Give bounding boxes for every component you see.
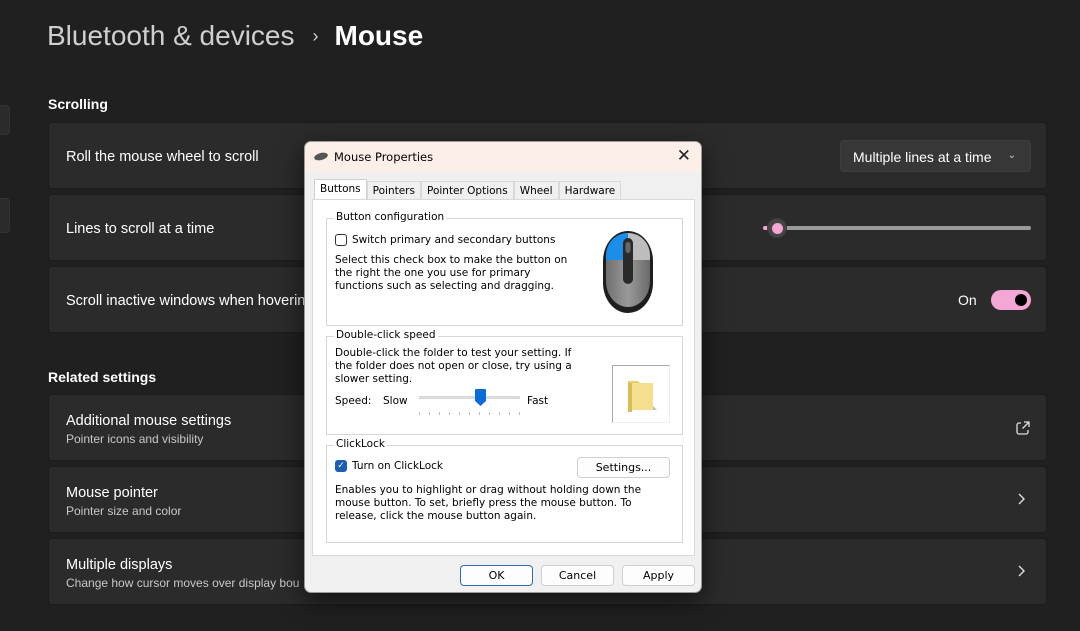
dialog-titlebar[interactable]: Mouse Properties ✕ xyxy=(305,142,701,172)
group-label: ClickLock xyxy=(334,438,387,450)
double-click-speed-track[interactable] xyxy=(419,396,520,399)
group-label: Button configuration xyxy=(334,211,447,223)
tab-pointer-options[interactable]: Pointer Options xyxy=(420,181,514,200)
slow-label: Slow xyxy=(383,395,408,407)
dialog-tabs: Buttons Pointers Pointer Options Wheel H… xyxy=(314,179,622,200)
dialog-title: Mouse Properties xyxy=(334,150,434,164)
related-item-title: Additional mouse settings xyxy=(66,413,232,429)
lines-slider-track[interactable] xyxy=(768,226,1031,230)
breadcrumb-separator-icon: › xyxy=(312,25,319,46)
tab-buttons[interactable]: Buttons xyxy=(314,179,367,200)
description: Double-click the folder to test your set… xyxy=(335,347,572,385)
setting-label: Lines to scroll at a time xyxy=(66,221,215,237)
folder-icon xyxy=(628,381,657,412)
nav-stub-selected[interactable] xyxy=(0,198,10,233)
nav-stub-top[interactable] xyxy=(0,105,10,135)
related-item-title: Mouse pointer xyxy=(66,485,158,501)
test-folder-area[interactable] xyxy=(612,365,670,423)
group-double-click-speed: Double-click speed Double-click the fold… xyxy=(326,329,683,435)
description: Enables you to highlight or drag without… xyxy=(335,484,642,522)
speed-label: Speed: xyxy=(335,395,372,407)
group-label: Double-click speed xyxy=(334,329,438,341)
ok-button[interactable]: OK xyxy=(460,565,533,586)
close-icon[interactable]: ✕ xyxy=(677,146,691,166)
speed-ticks xyxy=(419,412,520,416)
tab-pointers[interactable]: Pointers xyxy=(366,181,421,200)
lines-slider-thumb[interactable] xyxy=(766,218,787,238)
tab-wheel[interactable]: Wheel xyxy=(513,181,559,200)
related-item-subtitle: Pointer icons and visibility xyxy=(66,432,204,446)
mouse-app-icon xyxy=(313,151,329,162)
switch-buttons-checkbox[interactable] xyxy=(335,234,347,246)
group-button-configuration: Button configuration Switch primary and … xyxy=(326,211,683,326)
chevron-right-icon xyxy=(1015,491,1029,512)
dropdown-value: Multiple lines at a time xyxy=(853,149,992,165)
related-item-subtitle: Change how cursor moves over display bou xyxy=(66,576,300,590)
apply-button[interactable]: Apply xyxy=(622,565,695,586)
double-click-speed-thumb[interactable] xyxy=(474,389,486,406)
buttons-tab-panel: Button configuration Switch primary and … xyxy=(312,199,695,556)
setting-label: Roll the mouse wheel to scroll xyxy=(66,149,259,165)
checkbox-label[interactable]: Switch primary and secondary buttons xyxy=(352,234,555,247)
chevron-right-icon xyxy=(1015,563,1029,584)
description: Select this check box to make the button… xyxy=(335,254,568,292)
group-clicklock: ClickLock ✓ Turn on ClickLock Settings..… xyxy=(326,438,683,543)
clicklock-settings-button[interactable]: Settings... xyxy=(577,457,670,478)
mouse-illustration xyxy=(576,222,682,324)
toggle-knob xyxy=(1015,294,1027,306)
cancel-button[interactable]: Cancel xyxy=(541,565,614,586)
related-item-title: Multiple displays xyxy=(66,557,173,573)
page-title: Mouse xyxy=(334,20,424,51)
external-link-icon xyxy=(1015,420,1031,441)
checkbox-label[interactable]: Turn on ClickLock xyxy=(352,460,443,473)
section-title-related: Related settings xyxy=(48,369,157,385)
breadcrumb-parent[interactable]: Bluetooth & devices xyxy=(47,20,295,52)
section-title-scrolling: Scrolling xyxy=(48,96,108,112)
scroll-mode-dropdown[interactable]: Multiple lines at a time ⌄ xyxy=(840,140,1031,172)
breadcrumb: Bluetooth & devices › Mouse xyxy=(47,20,423,52)
scroll-inactive-toggle[interactable] xyxy=(991,290,1031,310)
toggle-state-label: On xyxy=(958,292,977,308)
fast-label: Fast xyxy=(527,395,549,407)
chevron-down-icon: ⌄ xyxy=(1007,150,1016,161)
tab-hardware[interactable]: Hardware xyxy=(558,181,622,200)
mouse-properties-dialog: Mouse Properties ✕ Buttons Pointers Poin… xyxy=(304,141,702,593)
related-item-subtitle: Pointer size and color xyxy=(66,504,182,518)
clicklock-checkbox[interactable]: ✓ xyxy=(335,460,347,472)
setting-label: Scroll inactive windows when hovering xyxy=(66,293,314,309)
